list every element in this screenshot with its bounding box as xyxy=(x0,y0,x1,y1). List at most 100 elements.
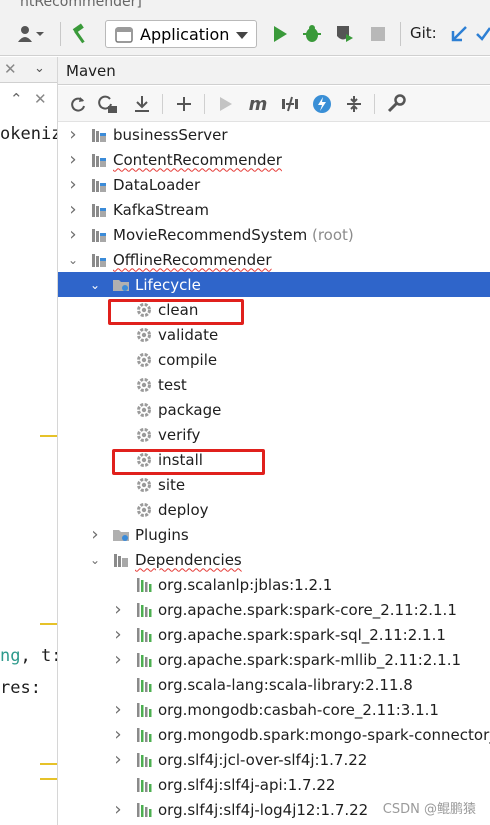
maven-goal-test[interactable]: test xyxy=(58,372,490,397)
maven-dependency-item[interactable]: › org.slf4j:jcl-over-slf4j:1.7.22 xyxy=(58,747,490,772)
run-icon[interactable] xyxy=(214,92,238,116)
maven-goal-validate[interactable]: validate xyxy=(58,322,490,347)
debug-bug-icon[interactable] xyxy=(300,22,324,46)
chevron-down-icon[interactable]: ⌄ xyxy=(88,278,102,292)
maven-project-item[interactable]: › ContentRecommender xyxy=(58,147,490,172)
close-icon[interactable]: ✕ xyxy=(34,90,47,108)
editor-navbar: ⌃ ✕ xyxy=(0,84,57,118)
maven-lifecycle-node-label: Lifecycle xyxy=(135,275,201,294)
maven-toolbar: m xyxy=(58,86,490,122)
show-dependencies-icon[interactable] xyxy=(342,92,366,116)
library-icon xyxy=(135,776,153,794)
maven-project-item-label: MovieRecommendSystem (root) xyxy=(113,225,354,244)
maven-goal-verify-label: verify xyxy=(158,425,201,444)
change-marker xyxy=(40,435,57,437)
maven-goal-compile[interactable]: compile xyxy=(58,347,490,372)
library-icon xyxy=(135,576,153,594)
maven-dependency-item[interactable]: › org.apache.spark:spark-sql_2.11:2.1.1 xyxy=(58,622,490,647)
maven-project-item[interactable]: › DataLoader xyxy=(58,172,490,197)
chevron-down-icon[interactable]: ⌄ xyxy=(34,61,45,76)
maven-tool-window: Maven m › businessServer › ContentRecomm… xyxy=(58,57,490,825)
run-configuration-select[interactable]: Application xyxy=(105,20,257,48)
chevron-right-icon[interactable]: › xyxy=(111,724,125,745)
run-icon[interactable] xyxy=(268,22,292,46)
library-icon xyxy=(135,701,153,719)
skip-tests-icon[interactable] xyxy=(310,92,334,116)
add-icon[interactable] xyxy=(172,92,196,116)
gear-icon xyxy=(135,376,153,394)
maven-dependency-item[interactable]: org.slf4j:slf4j-api:1.7.22 xyxy=(58,772,490,797)
change-marker xyxy=(40,763,57,765)
refresh-icon[interactable] xyxy=(66,92,90,116)
code-line: res: xyxy=(0,678,41,698)
chevron-right-icon[interactable]: › xyxy=(111,624,125,645)
chevron-right-icon[interactable]: › xyxy=(111,749,125,770)
chevron-right-icon[interactable]: › xyxy=(66,224,80,245)
settings-icon[interactable] xyxy=(384,92,408,116)
maven-module-icon xyxy=(90,201,108,219)
plugins-folder-icon xyxy=(112,526,130,544)
maven-dependency-item[interactable]: org.scalanlp:jblas:1.2.1 xyxy=(58,572,490,597)
dependencies-icon xyxy=(112,551,130,569)
library-icon xyxy=(135,676,153,694)
maven-goal-site[interactable]: site xyxy=(58,472,490,497)
editor-area[interactable]: ✕ ⌄ ⌃ ✕ okeniz ng, t: res: xyxy=(0,57,58,825)
chevron-down-icon xyxy=(236,32,248,39)
chevron-up-icon[interactable]: ⌃ xyxy=(10,90,23,108)
chevron-down-icon[interactable]: ⌄ xyxy=(88,553,102,567)
maven-module-icon xyxy=(90,126,108,144)
chevron-down-icon[interactable]: ⌄ xyxy=(66,253,80,267)
maven-goal-deploy[interactable]: deploy xyxy=(58,497,490,522)
chevron-right-icon[interactable]: › xyxy=(111,799,125,820)
chevron-right-icon[interactable]: › xyxy=(111,599,125,620)
maven-project-item[interactable]: › KafkaStream xyxy=(58,197,490,222)
maven-goal-icon[interactable]: m xyxy=(246,92,270,116)
maven-lifecycle-node[interactable]: ⌄ Lifecycle xyxy=(58,272,490,297)
chevron-right-icon[interactable]: › xyxy=(66,199,80,220)
chevron-right-icon[interactable]: › xyxy=(88,524,102,545)
maven-plugins-node-label: Plugins xyxy=(135,525,189,544)
git-update-icon[interactable] xyxy=(448,22,470,46)
main-toolbar: ntRecommender] Application Git: xyxy=(0,0,490,56)
toggle-offline-icon[interactable] xyxy=(278,92,302,116)
maven-goal-site-label: site xyxy=(158,475,186,494)
maven-module-icon xyxy=(90,251,108,269)
library-icon xyxy=(135,651,153,669)
chevron-right-icon[interactable]: › xyxy=(66,124,80,145)
git-commit-icon[interactable] xyxy=(476,22,490,46)
maven-goal-verify[interactable]: verify xyxy=(58,422,490,447)
maven-project-item[interactable]: ⌄ OfflineRecommender xyxy=(58,247,490,272)
chevron-right-icon[interactable]: › xyxy=(111,649,125,670)
reimport-icon[interactable] xyxy=(96,92,120,116)
maven-dependency-item[interactable]: › org.apache.spark:spark-mllib_2.11:2.1.1 xyxy=(58,647,490,672)
maven-title: Maven xyxy=(66,62,116,80)
maven-goal-compile-label: compile xyxy=(158,350,218,369)
download-icon[interactable] xyxy=(130,92,154,116)
chevron-right-icon[interactable]: › xyxy=(111,699,125,720)
close-icon[interactable]: ✕ xyxy=(4,60,17,78)
maven-dependency-item[interactable]: org.scala-lang:scala-library:2.11.8 xyxy=(58,672,490,697)
maven-dependency-item[interactable]: › org.mongodb:casbah-core_2.11:3.1.1 xyxy=(58,697,490,722)
maven-dependency-item[interactable]: › org.apache.spark:spark-core_2.11:2.1.1 xyxy=(58,597,490,622)
lifecycle-folder-icon xyxy=(112,276,130,294)
maven-goal-deploy-label: deploy xyxy=(158,500,209,519)
chevron-right-icon[interactable]: › xyxy=(66,174,80,195)
maven-goal-package[interactable]: package xyxy=(58,397,490,422)
user-account-icon[interactable] xyxy=(16,22,46,46)
maven-plugins-node[interactable]: › Plugins xyxy=(58,522,490,547)
maven-dependencies-node[interactable]: ⌄ Dependencies xyxy=(58,547,490,572)
maven-dependency-item-label: org.mongodb.spark:mongo-spark-connector_ xyxy=(158,725,490,744)
chevron-right-icon[interactable]: › xyxy=(66,149,80,170)
maven-project-item-label: ContentRecommender xyxy=(113,150,282,169)
stop-icon[interactable] xyxy=(366,22,390,46)
maven-project-item[interactable]: › businessServer xyxy=(58,122,490,147)
build-hammer-icon[interactable] xyxy=(68,22,94,46)
maven-dependency-item[interactable]: › org.mongodb.spark:mongo-spark-connector… xyxy=(58,722,490,747)
coverage-shield-icon[interactable] xyxy=(332,22,356,46)
maven-dependency-item-label: org.scalanlp:jblas:1.2.1 xyxy=(158,575,333,594)
library-icon xyxy=(135,626,153,644)
library-icon xyxy=(135,801,153,819)
window-title-strip: ntRecommender] xyxy=(0,0,490,14)
library-icon xyxy=(135,726,153,744)
maven-project-item[interactable]: › MovieRecommendSystem (root) xyxy=(58,222,490,247)
